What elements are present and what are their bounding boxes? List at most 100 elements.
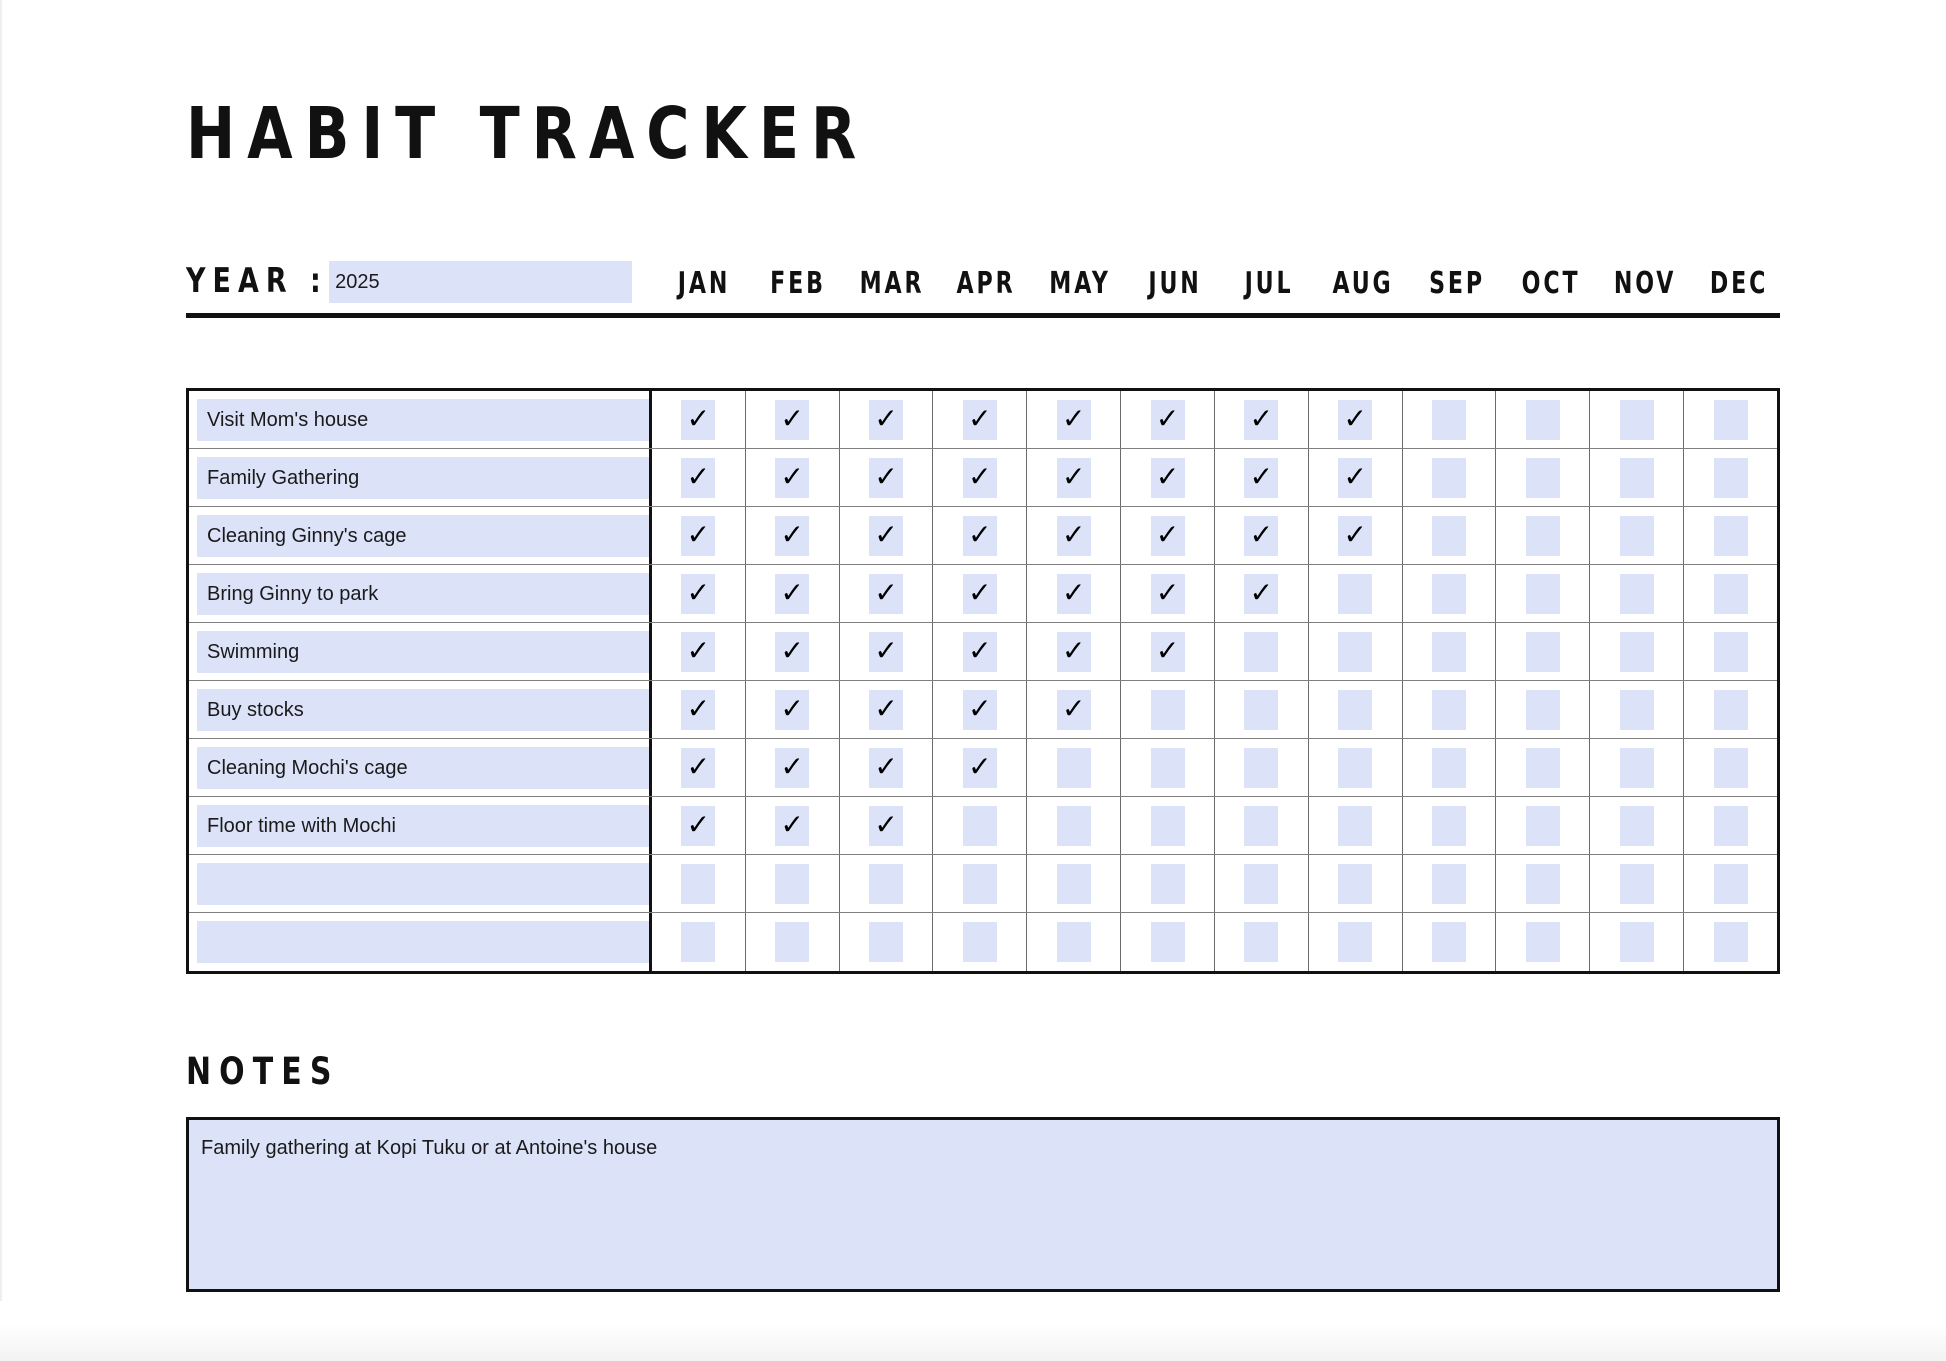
habit-checkbox[interactable] (1619, 399, 1654, 440)
habit-checkbox[interactable] (1056, 805, 1091, 846)
month-cell-oct[interactable] (1496, 449, 1591, 506)
month-cell-may[interactable] (1027, 391, 1122, 448)
habit-checkbox[interactable] (1244, 689, 1279, 730)
habit-checkbox[interactable] (1525, 399, 1560, 440)
habit-checkbox[interactable] (1244, 747, 1279, 788)
habit-checkbox[interactable] (1150, 863, 1185, 904)
habit-checkbox[interactable] (1338, 747, 1373, 788)
month-cell-jan[interactable] (652, 623, 746, 680)
month-cell-jun[interactable] (1121, 391, 1215, 448)
month-cell-jun[interactable] (1121, 623, 1215, 680)
month-cell-aug[interactable] (1309, 391, 1403, 448)
month-cell-sep[interactable] (1403, 391, 1497, 448)
habit-checkbox[interactable] (1713, 863, 1748, 904)
year-input[interactable] (329, 261, 633, 303)
check-icon[interactable] (869, 399, 904, 440)
check-icon[interactable] (869, 747, 904, 788)
month-cell-jan[interactable] (652, 913, 746, 971)
habit-checkbox[interactable] (1619, 863, 1654, 904)
month-cell-nov[interactable] (1590, 855, 1685, 912)
month-cell-apr[interactable] (933, 391, 1028, 448)
month-cell-dec[interactable] (1684, 507, 1777, 564)
month-cell-may[interactable] (1027, 623, 1122, 680)
habit-checkbox[interactable] (1150, 805, 1185, 846)
month-cell-oct[interactable] (1496, 391, 1591, 448)
habit-checkbox[interactable] (1056, 922, 1091, 962)
check-icon[interactable] (869, 457, 904, 498)
month-cell-dec[interactable] (1684, 449, 1777, 506)
month-cell-mar[interactable] (840, 449, 934, 506)
habit-checkbox[interactable] (1432, 689, 1467, 730)
month-cell-jun[interactable] (1121, 855, 1215, 912)
habit-checkbox[interactable] (1244, 631, 1279, 672)
habit-checkbox[interactable] (1056, 863, 1091, 904)
month-cell-feb[interactable] (746, 913, 840, 971)
month-cell-aug[interactable] (1309, 681, 1403, 738)
check-icon[interactable] (1056, 573, 1091, 614)
month-cell-may[interactable] (1027, 739, 1122, 796)
habit-checkbox[interactable] (1150, 689, 1185, 730)
habit-checkbox[interactable] (1713, 457, 1748, 498)
month-cell-oct[interactable] (1496, 913, 1591, 971)
month-cell-jul[interactable] (1215, 391, 1309, 448)
month-cell-sep[interactable] (1403, 855, 1497, 912)
habit-checkbox[interactable] (1525, 863, 1560, 904)
month-cell-feb[interactable] (746, 855, 840, 912)
check-icon[interactable] (681, 747, 716, 788)
month-cell-sep[interactable] (1403, 913, 1497, 971)
check-icon[interactable] (1056, 399, 1091, 440)
habit-checkbox[interactable] (869, 863, 904, 904)
month-cell-oct[interactable] (1496, 565, 1591, 622)
check-icon[interactable] (775, 805, 810, 846)
month-cell-jul[interactable] (1215, 449, 1309, 506)
habit-checkbox[interactable] (1432, 747, 1467, 788)
month-cell-jun[interactable] (1121, 797, 1215, 854)
check-icon[interactable] (962, 573, 997, 614)
check-icon[interactable] (1150, 573, 1185, 614)
habit-checkbox[interactable] (1619, 805, 1654, 846)
month-cell-oct[interactable] (1496, 797, 1591, 854)
month-cell-dec[interactable] (1684, 565, 1777, 622)
month-cell-aug[interactable] (1309, 797, 1403, 854)
habit-checkbox[interactable] (1244, 922, 1279, 962)
check-icon[interactable] (869, 631, 904, 672)
month-cell-feb[interactable] (746, 623, 840, 680)
habit-checkbox[interactable] (1713, 922, 1748, 962)
month-cell-sep[interactable] (1403, 797, 1497, 854)
habit-checkbox[interactable] (1056, 747, 1091, 788)
habit-checkbox[interactable] (1432, 515, 1467, 556)
check-icon[interactable] (681, 689, 716, 730)
check-icon[interactable] (962, 631, 997, 672)
month-cell-mar[interactable] (840, 797, 934, 854)
month-cell-jul[interactable] (1215, 739, 1309, 796)
habit-checkbox[interactable] (1150, 922, 1185, 962)
habit-checkbox[interactable] (1619, 573, 1654, 614)
month-cell-jan[interactable] (652, 391, 746, 448)
habit-checkbox[interactable] (1713, 631, 1748, 672)
month-cell-sep[interactable] (1403, 565, 1497, 622)
month-cell-apr[interactable] (933, 913, 1028, 971)
habit-checkbox[interactable] (1619, 747, 1654, 788)
month-cell-oct[interactable] (1496, 507, 1591, 564)
habit-checkbox[interactable] (1432, 922, 1467, 962)
month-cell-may[interactable] (1027, 449, 1122, 506)
month-cell-aug[interactable] (1309, 739, 1403, 796)
check-icon[interactable] (1244, 515, 1279, 556)
habit-checkbox[interactable] (1713, 399, 1748, 440)
month-cell-jul[interactable] (1215, 681, 1309, 738)
habit-checkbox[interactable] (1619, 515, 1654, 556)
month-cell-feb[interactable] (746, 739, 840, 796)
habit-checkbox[interactable] (1619, 689, 1654, 730)
month-cell-jun[interactable] (1121, 913, 1215, 971)
habit-checkbox[interactable] (1619, 922, 1654, 962)
month-cell-jun[interactable] (1121, 449, 1215, 506)
check-icon[interactable] (775, 399, 810, 440)
month-cell-apr[interactable] (933, 507, 1028, 564)
check-icon[interactable] (962, 747, 997, 788)
habit-name-input[interactable] (197, 746, 649, 789)
month-cell-dec[interactable] (1684, 623, 1777, 680)
month-cell-nov[interactable] (1590, 507, 1685, 564)
check-icon[interactable] (681, 515, 716, 556)
month-cell-nov[interactable] (1590, 565, 1685, 622)
month-cell-mar[interactable] (840, 391, 934, 448)
